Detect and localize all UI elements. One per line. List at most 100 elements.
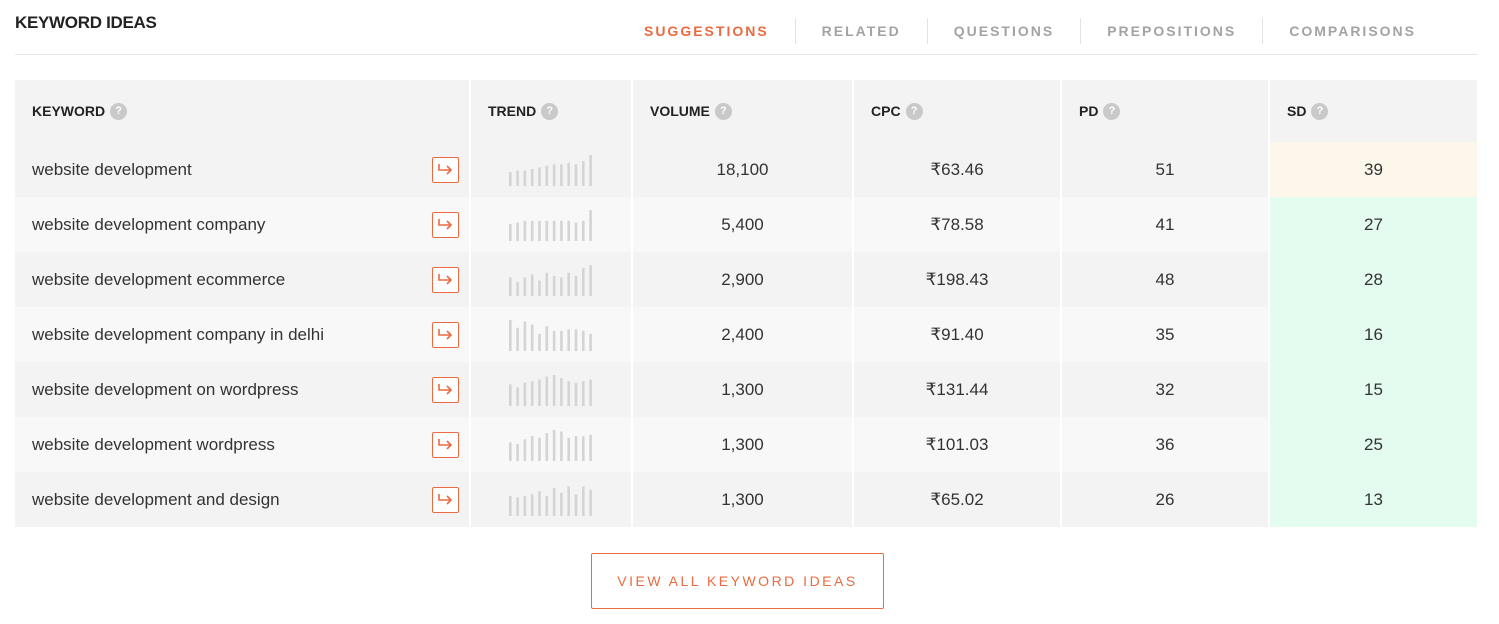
- trend-bar: [523, 321, 527, 351]
- trend-bar: [552, 374, 556, 406]
- keyword-text[interactable]: website development wordpress: [32, 435, 275, 454]
- trend-bar: [538, 437, 541, 461]
- trend-sparkline: [509, 374, 592, 406]
- table-row: website development ecommerce 2,900 ₹198…: [15, 252, 1477, 307]
- pd-cell: 26: [1060, 472, 1269, 527]
- trend-cell: [469, 417, 632, 472]
- trend-bar: [552, 275, 556, 296]
- trend-bar: [530, 168, 534, 186]
- column-header-pd: PD?: [1060, 80, 1269, 142]
- tab-prepositions[interactable]: PREPOSITIONS: [1080, 18, 1262, 44]
- sd-cell: 25: [1268, 417, 1477, 472]
- table-row: website development wordpress 1,300 ₹101…: [15, 417, 1477, 472]
- tab-comparisons[interactable]: COMPARISONS: [1262, 18, 1442, 44]
- keyword-cell: website development company: [15, 197, 470, 252]
- sd-cell: 27: [1268, 197, 1477, 252]
- trend-bar: [516, 221, 519, 241]
- keyword-text[interactable]: website development on wordpress: [32, 380, 298, 399]
- arrow-right-corner-icon[interactable]: [432, 322, 459, 348]
- cpc-cell: ₹101.03: [852, 417, 1061, 472]
- trend-sparkline: [509, 319, 592, 351]
- keyword-cell: website development on wordpress: [15, 362, 470, 417]
- arrow-right-corner-icon[interactable]: [432, 432, 459, 458]
- table-row: website development and design 1,300 ₹65…: [15, 472, 1477, 527]
- column-header-keyword: KEYWORD?: [15, 80, 470, 142]
- help-circle-icon[interactable]: ?: [714, 102, 732, 120]
- trend-bar: [567, 380, 570, 406]
- trend-bar: [589, 333, 592, 351]
- volume-cell: 2,900: [631, 252, 853, 307]
- volume-cell: 1,300: [631, 417, 853, 472]
- arrow-right-corner-icon[interactable]: [432, 487, 459, 513]
- table-row: website development 18,100 ₹63.46 51 39: [15, 142, 1477, 197]
- trend-bar: [574, 382, 578, 406]
- trend-sparkline: [509, 209, 592, 241]
- sd-cell: 16: [1268, 307, 1477, 362]
- keyword-text[interactable]: website development company in delhi: [32, 325, 324, 344]
- trend-bar: [560, 220, 563, 241]
- trend-bar: [574, 163, 578, 186]
- tab-suggestions[interactable]: SUGGESTIONS: [618, 18, 795, 44]
- trend-bar: [509, 171, 512, 186]
- trend-bar: [552, 220, 556, 241]
- trend-bar: [538, 379, 541, 406]
- tab-related[interactable]: RELATED: [794, 18, 927, 44]
- arrow-right-corner-icon[interactable]: [432, 267, 459, 293]
- volume-cell: 18,100: [631, 142, 853, 197]
- trend-bar: [567, 328, 570, 351]
- cpc-cell: ₹91.40: [852, 307, 1061, 362]
- pd-cell: 51: [1060, 142, 1269, 197]
- keyword-text[interactable]: website development company: [32, 215, 265, 234]
- column-header-sd: SD?: [1268, 80, 1477, 142]
- table-row: website development company in delhi 2,4…: [15, 307, 1477, 362]
- trend-bar: [538, 490, 541, 516]
- trend-sparkline: [509, 486, 592, 516]
- pd-cell: 36: [1060, 417, 1269, 472]
- help-circle-icon[interactable]: ?: [541, 102, 559, 120]
- keyword-text[interactable]: website development and design: [32, 490, 280, 509]
- column-header-label: PD: [1079, 102, 1099, 119]
- volume-cell: 5,400: [631, 197, 853, 252]
- view-all-keyword-ideas-button[interactable]: VIEW ALL KEYWORD IDEAS: [591, 553, 884, 609]
- trend-bar: [530, 380, 534, 406]
- trend-bar: [589, 209, 592, 241]
- arrow-right-corner-icon[interactable]: [432, 212, 459, 238]
- trend-bar: [567, 162, 570, 186]
- arrow-right-corner-icon[interactable]: [432, 157, 459, 183]
- trend-sparkline: [509, 429, 592, 461]
- trend-bar: [552, 487, 556, 516]
- keyword-text[interactable]: website development: [32, 160, 192, 179]
- help-circle-icon[interactable]: ?: [1103, 102, 1121, 120]
- trend-bar: [589, 154, 592, 186]
- help-circle-icon[interactable]: ?: [905, 102, 923, 120]
- trend-bar: [582, 220, 585, 241]
- trend-bar: [516, 281, 519, 296]
- trend-bar: [523, 438, 527, 461]
- trend-bar: [552, 163, 556, 186]
- pd-cell: 48: [1060, 252, 1269, 307]
- trend-cell: [469, 197, 632, 252]
- trend-bar: [538, 166, 541, 186]
- column-header-cpc: CPC?: [852, 80, 1061, 142]
- column-header-label: TREND: [488, 102, 537, 119]
- volume-cell: 1,300: [631, 472, 853, 527]
- trend-bar: [589, 264, 592, 296]
- keyword-text[interactable]: website development ecommerce: [32, 270, 285, 289]
- help-circle-icon[interactable]: ?: [110, 102, 128, 120]
- table-row: website development company 5,400 ₹78.58…: [15, 197, 1477, 252]
- help-circle-icon[interactable]: ?: [1311, 102, 1329, 120]
- sd-cell: 39: [1268, 142, 1477, 197]
- trend-bar: [530, 324, 534, 351]
- trend-bar: [516, 443, 519, 461]
- column-header-label: VOLUME: [650, 102, 710, 119]
- trend-bar: [560, 377, 563, 406]
- trend-bar: [523, 220, 527, 241]
- tab-questions[interactable]: QUESTIONS: [926, 18, 1080, 44]
- trend-bar: [545, 495, 549, 516]
- trend-bar: [582, 160, 585, 186]
- trend-bar: [560, 492, 563, 516]
- trend-bar: [560, 431, 563, 461]
- trend-bar: [509, 383, 512, 406]
- trend-bar: [560, 163, 563, 186]
- arrow-right-corner-icon[interactable]: [432, 377, 459, 403]
